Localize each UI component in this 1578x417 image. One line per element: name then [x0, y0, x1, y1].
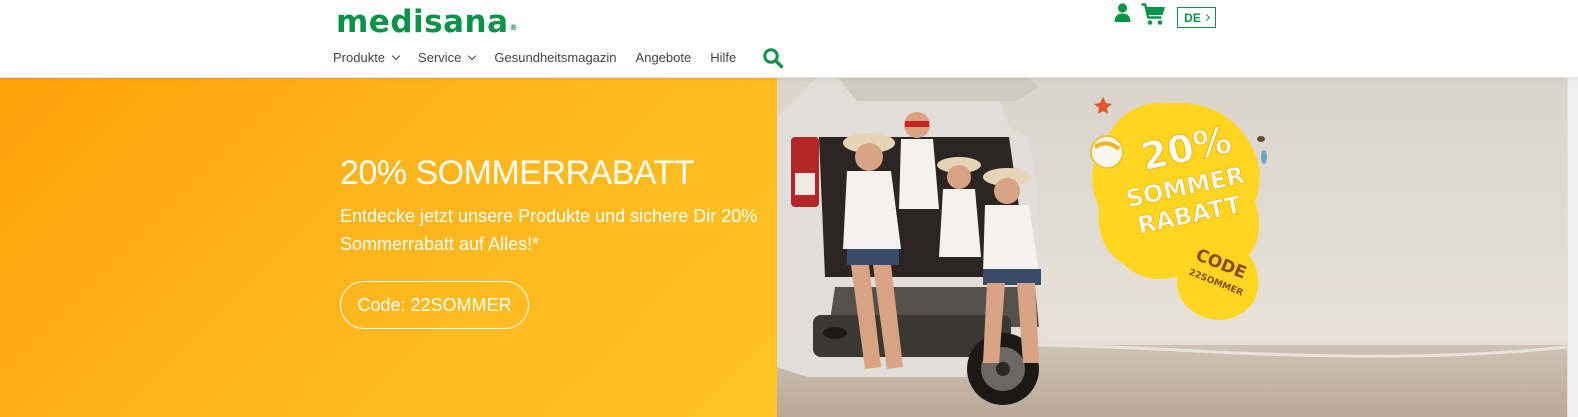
- promo-text: Entdecke jetzt unsere Produkte und siche…: [340, 206, 758, 254]
- flip-flop-icon: [1261, 150, 1267, 164]
- nav-item-label: Produkte: [333, 50, 386, 65]
- beach-car-family-illustration: 20% SOMMER RABATT CODE 22SOMMER: [777, 77, 1567, 417]
- nav-item-label: Angebote: [635, 50, 692, 65]
- nav-item-service[interactable]: Service: [418, 50, 477, 65]
- site-header: medisana® Produkte Service Gesundheitsma…: [0, 0, 1578, 78]
- nav-item-gesundheitsmagazin[interactable]: Gesundheitsmagazin: [494, 50, 616, 65]
- search-icon[interactable]: [762, 47, 784, 69]
- language-selector[interactable]: DE: [1177, 7, 1216, 28]
- nav-item-label: Service: [418, 50, 462, 65]
- chevron-down-icon: [468, 51, 477, 60]
- logo-registered-mark: ®: [509, 23, 519, 32]
- promo-code-label: Code: 22SOMMER: [357, 294, 512, 315]
- nav-item-hilfe[interactable]: Hilfe: [710, 50, 736, 65]
- beach-ball-icon: [1090, 135, 1124, 169]
- nav-item-label: Gesundheitsmagazin: [494, 50, 617, 65]
- chevron-right-icon: [1202, 13, 1210, 22]
- nav-item-label: Hilfe: [710, 50, 737, 65]
- promo-code-button[interactable]: Code: 22SOMMER: [340, 281, 529, 329]
- cart-icon[interactable]: [1141, 3, 1166, 26]
- promo-title: 20% SOMMERRABATT: [340, 154, 695, 192]
- medisana-logo[interactable]: medisana®: [336, 5, 518, 47]
- user-icon[interactable]: [1114, 3, 1131, 23]
- logo-text: medisana: [336, 4, 509, 40]
- language-label: DE: [1184, 10, 1201, 25]
- main-nav: Produkte Service Gesundheitsmagazin Ange…: [333, 50, 755, 65]
- chevron-down-icon: [391, 51, 401, 60]
- nav-item-angebote[interactable]: Angebote: [636, 50, 692, 65]
- sunglasses-icon: [1257, 136, 1265, 142]
- nav-item-produkte[interactable]: Produkte: [333, 50, 401, 65]
- promo-image: 20% SOMMER RABATT CODE 22SOMMER: [777, 77, 1567, 417]
